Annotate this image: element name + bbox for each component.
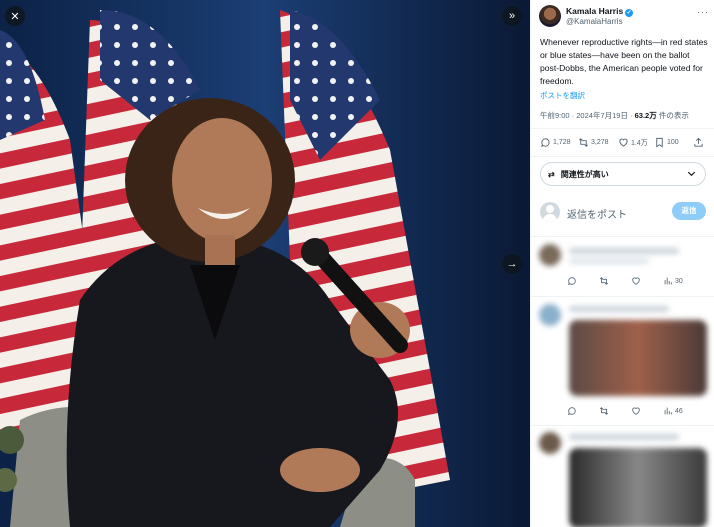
list-item[interactable] bbox=[539, 304, 709, 400]
like-count: 1.4万 bbox=[631, 139, 648, 147]
chevron-down-icon bbox=[686, 168, 697, 181]
heart-icon[interactable] bbox=[631, 276, 641, 286]
views-button[interactable]: 46 bbox=[663, 406, 683, 416]
author-name[interactable]: Kamala Harris ✓ bbox=[566, 6, 634, 17]
divider bbox=[531, 236, 714, 237]
tweet-meta: 午前9:00 · 2024年7月19日 · 63.2万 件の表示 bbox=[540, 110, 689, 121]
user-avatar bbox=[540, 202, 560, 222]
verified-badge-icon: ✓ bbox=[625, 9, 634, 17]
reply-icon[interactable] bbox=[567, 406, 577, 416]
tweet-timestamp[interactable]: 午前9:00 · 2024年7月19日 · bbox=[540, 111, 635, 120]
views-label: 件の表示 bbox=[656, 111, 689, 120]
sort-icon: ⇄ bbox=[548, 169, 555, 179]
bookmark-button[interactable]: 100 bbox=[654, 137, 679, 148]
author-name-text[interactable]: Kamala Harris bbox=[566, 6, 623, 16]
tweet-photo bbox=[0, 0, 530, 527]
reply-input[interactable]: 返信をポスト bbox=[567, 206, 627, 221]
author-avatar[interactable] bbox=[539, 5, 561, 27]
media-viewer: ✕ » → bbox=[0, 0, 530, 527]
heart-icon bbox=[619, 138, 628, 147]
reply-composer: 返信をポスト 返信 bbox=[540, 200, 708, 224]
repost-icon bbox=[579, 138, 588, 147]
repost-icon[interactable] bbox=[599, 406, 609, 416]
list-item[interactable] bbox=[539, 432, 709, 527]
reply-button[interactable]: 1,728 bbox=[540, 137, 571, 148]
tweet-panel: Kamala Harris ✓ @KamalaHarris ··· Wheneve… bbox=[530, 0, 714, 527]
reply-submit-button[interactable]: 返信 bbox=[672, 202, 706, 220]
reply-count: 1,728 bbox=[553, 139, 571, 146]
tweet-text: Whenever reproductive rights—in red stat… bbox=[540, 37, 708, 86]
close-icon[interactable]: ✕ bbox=[5, 6, 25, 26]
like-button[interactable]: 1.4万 bbox=[618, 137, 648, 148]
repost-count: 3,278 bbox=[591, 139, 609, 146]
share-icon bbox=[694, 137, 703, 147]
divider bbox=[531, 425, 714, 426]
reply-icon bbox=[541, 138, 550, 147]
tweet-header: Kamala Harris ✓ @KamalaHarris ··· bbox=[539, 5, 709, 29]
bookmark-icon bbox=[656, 137, 663, 148]
more-icon[interactable]: ··· bbox=[697, 7, 709, 17]
list-item[interactable] bbox=[539, 244, 709, 270]
reply-actions: 46 bbox=[567, 406, 707, 418]
bookmark-count: 100 bbox=[667, 139, 679, 146]
repost-icon[interactable] bbox=[599, 276, 609, 286]
sort-replies-dropdown[interactable]: ⇄ 関連性が高い bbox=[540, 162, 706, 186]
chart-icon bbox=[664, 277, 672, 285]
reply-icon[interactable] bbox=[567, 276, 577, 286]
author-handle[interactable]: @KamalaHarris bbox=[566, 17, 623, 26]
sort-label: 関連性が高い bbox=[560, 169, 609, 179]
tweet-actions: 1,728 3,278 1.4万 100 bbox=[540, 137, 708, 151]
divider bbox=[531, 156, 714, 157]
divider bbox=[531, 128, 714, 129]
arrow-right-icon[interactable]: → bbox=[502, 254, 522, 274]
reply-views: 30 bbox=[675, 277, 683, 285]
repost-button[interactable]: 3,278 bbox=[578, 137, 609, 148]
views-count: 63.2万 bbox=[634, 111, 657, 120]
double-chevron-right-icon[interactable]: » bbox=[502, 6, 522, 26]
reply-actions: 30 bbox=[567, 276, 707, 288]
heart-icon[interactable] bbox=[631, 406, 641, 416]
views-button[interactable]: 30 bbox=[663, 276, 683, 286]
translate-link[interactable]: ポストを翻訳 bbox=[540, 90, 585, 101]
share-button[interactable] bbox=[693, 137, 704, 148]
chart-icon bbox=[664, 407, 672, 415]
divider bbox=[531, 296, 714, 297]
reply-views: 46 bbox=[675, 407, 683, 415]
